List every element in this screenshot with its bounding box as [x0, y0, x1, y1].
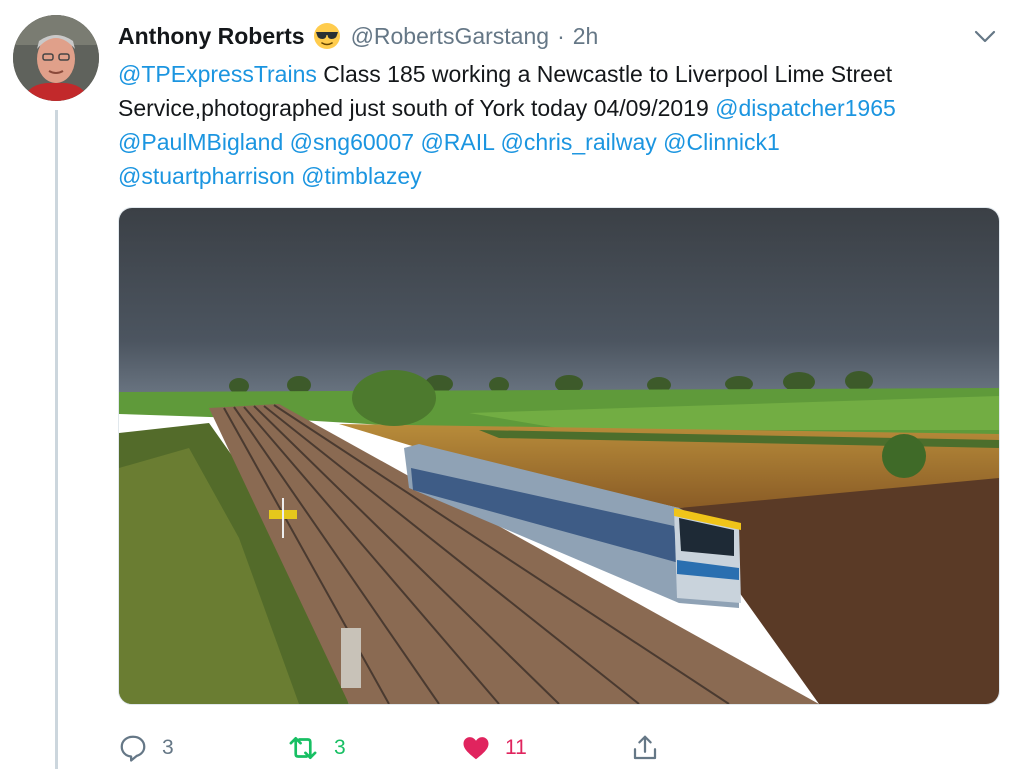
- tweet-text-line: Service,photographed just south of York …: [118, 91, 1008, 125]
- tweet-text-line: @TPExpressTrains Class 185 working a New…: [118, 57, 1008, 91]
- heart-icon: [463, 737, 489, 760]
- tweet-time[interactable]: 2h: [573, 23, 599, 50]
- like-count: 11: [505, 736, 527, 759]
- mention-link[interactable]: @dispatcher1965: [715, 95, 896, 121]
- author-name[interactable]: Anthony Roberts: [118, 23, 305, 50]
- tweet-header: Anthony Roberts @RobertsGarstang · 2h: [118, 16, 598, 56]
- retweet-count: 3: [334, 736, 346, 759]
- avatar[interactable]: [13, 15, 99, 101]
- tweet-text-segment: Class 185 working a Newcastle to Liverpo…: [316, 61, 893, 87]
- tweet-photo[interactable]: [118, 207, 1000, 705]
- mention-link[interactable]: @stuartpharrison: [118, 163, 295, 189]
- mention-link[interactable]: @timblazey: [301, 163, 422, 189]
- tweet-text-line: @PaulMBigland @sng60007 @RAIL @chris_rai…: [118, 125, 1008, 159]
- mention-link[interactable]: @RAIL: [420, 129, 494, 155]
- retweet-button[interactable]: 3: [286, 728, 346, 768]
- reply-icon: [120, 735, 146, 762]
- tweet-text-line: @stuartpharrison @timblazey: [118, 159, 1008, 193]
- share-button[interactable]: [630, 728, 660, 768]
- mention-link[interactable]: @PaulMBigland: [118, 129, 283, 155]
- reply-button[interactable]: 3: [118, 728, 174, 768]
- tweet-text: @TPExpressTrains Class 185 working a New…: [118, 57, 1008, 193]
- tweet-text-segment: Service,photographed just south of York …: [118, 95, 716, 121]
- mention-link[interactable]: @Clinnick1: [663, 129, 780, 155]
- tweet-actions: 3 3 11: [118, 728, 678, 768]
- thread-line: [55, 110, 58, 769]
- time-separator: ·: [557, 22, 565, 49]
- avatar-photo: [13, 15, 99, 101]
- mention-link[interactable]: @sng60007: [290, 129, 414, 155]
- train-landscape-photo: [119, 208, 999, 704]
- share-icon: [633, 735, 657, 760]
- retweet-icon: [289, 736, 317, 760]
- mention-link[interactable]: @chris_railway: [500, 129, 656, 155]
- reply-count: 3: [162, 736, 174, 759]
- sunglasses-emoji-icon: [313, 23, 340, 49]
- author-handle[interactable]: @RobertsGarstang: [351, 23, 550, 50]
- like-button[interactable]: 11: [461, 728, 527, 768]
- mention-link[interactable]: @TPExpressTrains: [118, 61, 317, 87]
- chevron-down-icon[interactable]: [970, 22, 1000, 50]
